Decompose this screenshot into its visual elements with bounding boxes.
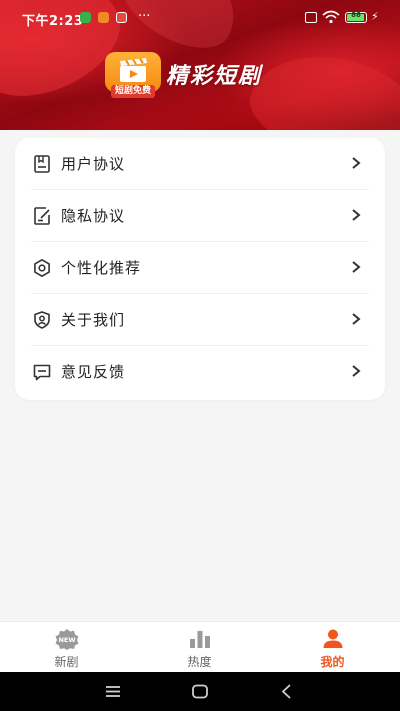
sim-card-icon — [305, 12, 317, 23]
chevron-right-icon — [352, 365, 361, 377]
menu-item-about-us[interactable]: 关于我们 — [15, 294, 385, 346]
notification-app-icon — [116, 12, 127, 23]
status-time: 下午2:23 — [22, 14, 84, 29]
gear-icon — [34, 259, 50, 277]
menu-item-label: 意见反馈 — [61, 363, 126, 381]
document-icon — [34, 155, 50, 173]
back-icon[interactable] — [257, 672, 317, 711]
chevron-right-icon — [352, 209, 361, 221]
menu-item-user-agreement[interactable]: 用户协议 — [15, 138, 385, 190]
battery-icon: 86 — [345, 11, 367, 23]
chevron-right-icon — [352, 157, 361, 169]
brand-title: 精彩短剧 — [166, 64, 263, 89]
tab-mine[interactable]: 我的 — [266, 622, 399, 673]
notification-app-icon — [98, 12, 109, 23]
person-icon — [323, 629, 342, 648]
tab-label: 热度 — [187, 655, 212, 669]
message-icon — [33, 364, 51, 381]
home-icon[interactable] — [170, 672, 230, 711]
system-nav-bar — [0, 672, 400, 711]
menu-item-privacy-policy[interactable]: 隐私协议 — [15, 190, 385, 242]
notification-app-icon — [80, 12, 91, 23]
wifi-icon — [322, 10, 340, 24]
status-bar: 下午2:23 ··· 86 ⚡ — [0, 0, 400, 36]
battery-percent: 86 — [351, 11, 361, 19]
chevron-right-icon — [352, 313, 361, 325]
tab-new-drama[interactable]: NEW 新剧 — [0, 622, 133, 673]
menu-icon[interactable] — [83, 672, 143, 711]
menu-item-label: 关于我们 — [61, 311, 126, 329]
charging-icon: ⚡ — [371, 10, 379, 23]
new-badge-icon: NEW — [55, 629, 78, 650]
chevron-right-icon — [352, 261, 361, 273]
tab-label: 新剧 — [54, 655, 79, 669]
edit-document-icon — [34, 207, 50, 225]
settings-menu: 用户协议 隐私协议 个性化推荐 关于我们 意见反馈 — [15, 138, 385, 400]
rose-petal-decoration — [240, 38, 400, 130]
menu-item-feedback[interactable]: 意见反馈 — [15, 346, 385, 398]
bottom-tab-bar: NEW 新剧 热度 我的 — [0, 621, 400, 673]
app-header: 下午2:23 ··· 86 ⚡ 短剧免费 精彩短剧 — [0, 0, 400, 130]
bar-chart-icon — [189, 631, 210, 648]
menu-item-label: 个性化推荐 — [61, 259, 142, 277]
svg-text:NEW: NEW — [58, 636, 75, 644]
tab-trending[interactable]: 热度 — [133, 622, 266, 673]
user-shield-icon — [34, 311, 50, 329]
menu-item-label: 用户协议 — [61, 155, 126, 173]
menu-item-personalized-recommendation[interactable]: 个性化推荐 — [15, 242, 385, 294]
app-logo: 短剧免费 — [105, 52, 161, 102]
menu-item-label: 隐私协议 — [61, 207, 126, 225]
logo-tag: 短剧免费 — [111, 85, 155, 98]
more-notifications-icon: ··· — [138, 9, 151, 24]
tab-label: 我的 — [320, 655, 345, 669]
